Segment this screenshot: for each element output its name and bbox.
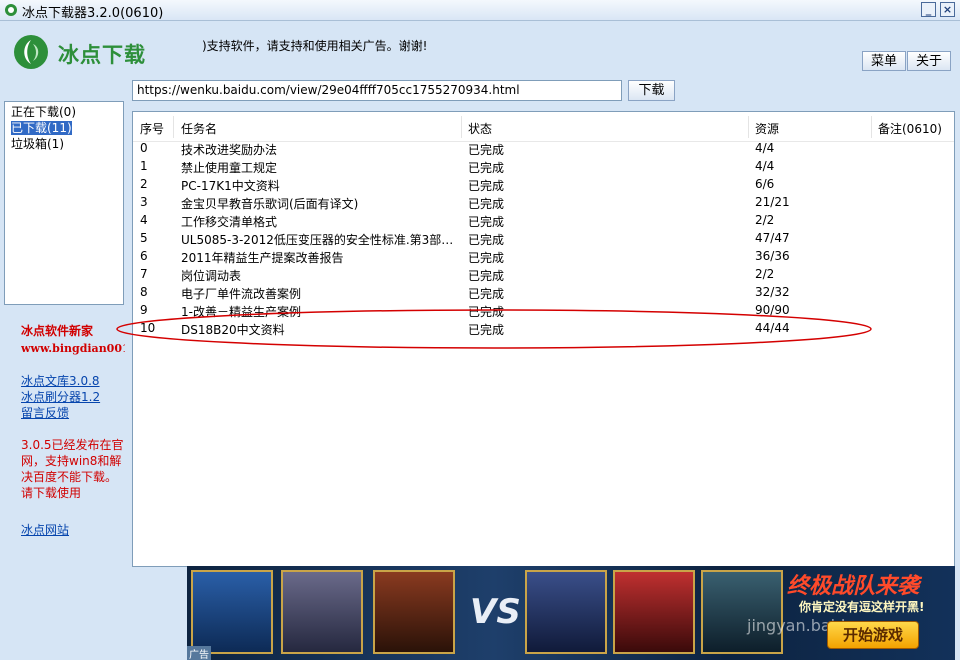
close-button[interactable]: × — [940, 2, 955, 17]
column-divider[interactable] — [748, 116, 749, 138]
category-label: 垃圾箱(1) — [11, 137, 64, 151]
category-item-downloading[interactable]: 正在下载(0) — [5, 104, 123, 120]
cell-status: 已完成 — [468, 251, 505, 265]
cell-status: 已完成 — [468, 143, 505, 157]
cell-task-name: UL5085-3-2012低压变压器的安全性标准.第3部… — [181, 233, 454, 247]
url-input[interactable]: https://wenku.baidu.com/view/29e04ffff70… — [132, 80, 622, 101]
title-bar: 冰点下载器3.2.0(0610) _ × — [0, 0, 960, 21]
category-label: 已下载(11) — [11, 121, 72, 135]
cell-status: 已完成 — [468, 179, 505, 193]
column-header-note[interactable]: 备注(0610) — [878, 120, 942, 137]
cell-task-name: 禁止使用童工规定 — [181, 161, 278, 175]
cell-status: 已完成 — [468, 215, 505, 229]
ad-hero-image — [191, 570, 273, 654]
download-button[interactable]: 下载 — [628, 80, 675, 101]
ad-hero-image — [701, 570, 783, 654]
ad-play-button[interactable]: 开始游戏 — [827, 621, 919, 649]
app-logo: 冰点下载 — [12, 33, 157, 73]
cell-task-name: 技术改进奖励办法 — [181, 143, 278, 157]
minimize-button[interactable]: _ — [921, 2, 936, 17]
column-header-index[interactable]: 序号 — [140, 120, 164, 137]
ad-hero-image — [525, 570, 607, 654]
column-divider[interactable] — [173, 116, 174, 138]
cell-status: 已完成 — [468, 269, 505, 283]
cell-task-name: PC-17K1中文资料 — [181, 179, 280, 193]
cell-status: 已完成 — [468, 287, 505, 301]
cell-index: 4 — [140, 213, 148, 227]
highlight-ellipse — [116, 309, 872, 349]
cell-index: 5 — [140, 231, 148, 245]
cell-resource: 21/21 — [755, 195, 790, 209]
logo-text: 冰点下载 — [58, 43, 146, 67]
app-icon — [5, 4, 17, 16]
category-item-trash[interactable]: 垃圾箱(1) — [5, 136, 123, 152]
cell-index: 7 — [140, 267, 148, 281]
cell-task-name: 金宝贝早教音乐歌词(后面有译文) — [181, 197, 359, 211]
category-item-downloaded[interactable]: 已下载(11) — [5, 120, 123, 136]
table-row[interactable]: 4 工作移交清单格式 已完成 2/2 — [133, 212, 954, 230]
ad-hero-image — [281, 570, 363, 654]
table-row[interactable]: 0 技术改进奖励办法 已完成 4/4 — [133, 140, 954, 158]
cell-task-name: 电子厂单件流改善案例 — [181, 287, 302, 301]
column-divider[interactable] — [871, 116, 872, 138]
promo-site: www.bingdian001.com — [21, 342, 125, 355]
cell-resource: 2/2 — [755, 267, 775, 281]
logo-mark-icon — [14, 35, 48, 69]
cell-resource: 47/47 — [755, 231, 790, 245]
cell-index: 8 — [140, 285, 148, 299]
cell-resource: 2/2 — [755, 213, 775, 227]
about-button[interactable]: 关于 — [907, 51, 951, 71]
cell-task-name: 岗位调动表 — [181, 269, 242, 283]
menu-button[interactable]: 菜单 — [862, 51, 906, 71]
cell-index: 2 — [140, 177, 148, 191]
window-title: 冰点下载器3.2.0(0610) — [22, 6, 164, 21]
ad-label: 广告 — [187, 646, 211, 660]
column-header-status[interactable]: 状态 — [468, 120, 492, 137]
category-label: 正在下载(0) — [11, 105, 76, 119]
column-header-name[interactable]: 任务名 — [181, 120, 217, 137]
cell-resource: 36/36 — [755, 249, 790, 263]
column-header-resource[interactable]: 资源 — [755, 120, 779, 137]
cell-index: 6 — [140, 249, 148, 263]
ad-subheadline: 你肯定没有逗这样开黑! — [799, 600, 925, 614]
cell-index: 3 — [140, 195, 148, 209]
ad-hero-image — [373, 570, 455, 654]
column-divider[interactable] — [461, 116, 462, 138]
ad-headline: 终极战队来袭 — [787, 574, 920, 599]
table-row[interactable]: 8 电子厂单件流改善案例 已完成 32/32 — [133, 284, 954, 302]
table-header: 序号 任务名 状态 资源 备注(0610) — [133, 112, 954, 142]
link-website[interactable]: 冰点网站 — [21, 521, 69, 538]
table-row[interactable]: 7 岗位调动表 已完成 2/2 — [133, 266, 954, 284]
cell-status: 已完成 — [468, 161, 505, 175]
table-row[interactable]: 1 禁止使用童工规定 已完成 4/4 — [133, 158, 954, 176]
update-notice: 3.0.5已经发布在官网，支持win8和解决百度不能下载。请下载使用 — [21, 438, 124, 500]
ad-vs-text: VS — [470, 592, 521, 632]
table-row[interactable]: 6 2011年精益生产提案改善报告 已完成 36/36 — [133, 248, 954, 266]
cell-status: 已完成 — [468, 197, 505, 211]
promo-title: 冰点软件新家 — [21, 324, 94, 338]
cell-resource: 6/6 — [755, 177, 775, 191]
cell-resource: 4/4 — [755, 141, 775, 155]
cell-index: 0 — [140, 141, 148, 155]
cell-status: 已完成 — [468, 233, 505, 247]
cell-task-name: 工作移交清单格式 — [181, 215, 278, 229]
cell-resource: 4/4 — [755, 159, 775, 173]
table-row[interactable]: 2 PC-17K1中文资料 已完成 6/6 — [133, 176, 954, 194]
cell-index: 1 — [140, 159, 148, 173]
cell-task-name: 2011年精益生产提案改善报告 — [181, 251, 344, 265]
cell-resource: 32/32 — [755, 285, 790, 299]
header-ad-text: )支持软件，请支持和使用相关广告。谢谢! — [202, 39, 428, 53]
ad-hero-image — [613, 570, 695, 654]
link-feedback[interactable]: 留言反馈 — [21, 404, 69, 421]
ad-banner[interactable]: VS 终极战队来袭 你肯定没有逗这样开黑! jingyan.baidu.com … — [187, 566, 955, 660]
link-wenku[interactable]: 冰点文库3.0.8 — [21, 372, 100, 389]
table-row[interactable]: 3 金宝贝早教音乐歌词(后面有译文) 已完成 21/21 — [133, 194, 954, 212]
table-row[interactable]: 5 UL5085-3-2012低压变压器的安全性标准.第3部… 已完成 47/47 — [133, 230, 954, 248]
category-list: 正在下载(0) 已下载(11) 垃圾箱(1) — [4, 101, 124, 305]
link-shuafenqi[interactable]: 冰点刷分器1.2 — [21, 388, 100, 405]
